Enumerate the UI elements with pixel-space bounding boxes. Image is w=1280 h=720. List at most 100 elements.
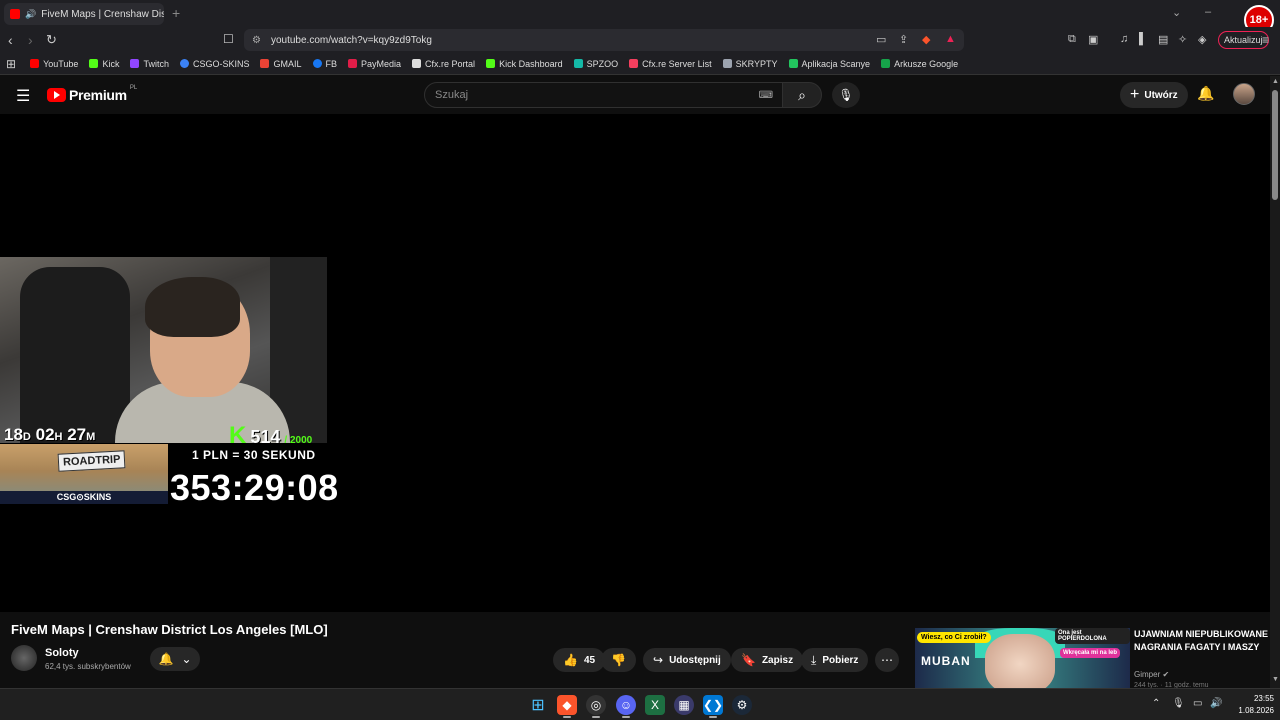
- obs-icon[interactable]: ◎: [586, 695, 606, 715]
- recommended-video-thumbnail[interactable]: MUBAN Wiesz, co Ci zrobił? Ona jest POPI…: [915, 628, 1130, 690]
- windows-start-icon[interactable]: ⊞: [528, 695, 548, 715]
- create-button[interactable]: + Utwórz: [1120, 82, 1188, 108]
- thumbs-up-icon: 👍: [563, 653, 578, 667]
- scroll-down-icon[interactable]: ▼: [1272, 676, 1279, 683]
- create-label: Utwórz: [1144, 89, 1178, 101]
- media-icon[interactable]: ♫: [1120, 33, 1128, 45]
- bookmark-twitch[interactable]: Twitch: [130, 59, 169, 69]
- bookmark-label: CSGO-SKINS: [192, 58, 250, 69]
- channel-avatar[interactable]: [11, 645, 37, 671]
- spzoo-bookmark-icon: [573, 59, 583, 68]
- bookmark-youtube[interactable]: YouTube: [30, 59, 78, 69]
- share-page-icon[interactable]: ⇪: [899, 33, 908, 46]
- search-icon: ⌕: [798, 86, 806, 103]
- search-button[interactable]: ⌕: [782, 82, 822, 108]
- system-clock[interactable]: 23:55 1.08.2026: [1226, 693, 1274, 717]
- scanye-bookmark-icon: [788, 59, 798, 68]
- new-tab-button[interactable]: +: [172, 5, 180, 21]
- forward-icon[interactable]: ›: [28, 32, 33, 48]
- video-player[interactable]: 18D 02H 27M K 514 / 2000 ROADTRIP CSG⊙SK…: [0, 114, 1270, 612]
- reload-icon[interactable]: ↻: [46, 32, 57, 48]
- facebook-bookmark-icon: [312, 59, 322, 68]
- thumbnail-bubble-2: Ona jest POPIERDOLONA: [1055, 628, 1130, 644]
- apps-grid-icon[interactable]: ⊞: [6, 57, 16, 71]
- share-button[interactable]: ↪ Udostępnij: [643, 648, 731, 672]
- vscode-icon[interactable]: ❮❯: [703, 695, 723, 715]
- steam-icon[interactable]: ⚙: [732, 695, 752, 715]
- keyboard-icon[interactable]: ⌨: [759, 90, 773, 101]
- search-input[interactable]: Szukaj ⌨: [424, 82, 786, 108]
- bookmark-cfx-server-list[interactable]: Cfx.re Server List: [629, 59, 712, 69]
- brave-rewards-icon[interactable]: ▲: [945, 33, 956, 45]
- kick-sub-goal: K 514 / 2000: [229, 422, 312, 450]
- sidebar-icon[interactable]: ▌: [1139, 33, 1147, 45]
- tray-overflow-icon[interactable]: ⌃: [1152, 698, 1160, 709]
- browser-menu-icon[interactable]: ≡: [1262, 33, 1269, 47]
- menu-hamburger-icon[interactable]: ☰: [16, 86, 30, 106]
- like-button[interactable]: 👍 45: [553, 648, 606, 672]
- bookmark-kick[interactable]: Kick: [89, 59, 119, 69]
- bookmark-label: Arkusze Google: [894, 58, 959, 69]
- wallet-icon[interactable]: ▤: [1158, 33, 1168, 46]
- excel-icon[interactable]: X: [645, 695, 665, 715]
- streamer-hair: [145, 277, 240, 337]
- extension-2-icon[interactable]: ▣: [1088, 33, 1098, 46]
- bookmark-label: Cfx.re Portal: [425, 58, 476, 69]
- brave-browser-icon[interactable]: ◆: [557, 695, 577, 715]
- back-icon[interactable]: ‹: [8, 32, 13, 48]
- bookmark-label: Twitch: [143, 58, 169, 69]
- logo-text: Premium: [69, 87, 127, 103]
- search-placeholder: Szukaj: [435, 89, 469, 101]
- extensions-icon[interactable]: ⧉: [1068, 33, 1076, 46]
- clock-date: 1.08.2026: [1238, 706, 1274, 715]
- scroll-up-icon[interactable]: ▲: [1272, 78, 1279, 85]
- scrollbar-thumb[interactable]: [1272, 90, 1278, 200]
- save-button[interactable]: 🔖 Zapisz: [731, 648, 804, 672]
- cast-icon[interactable]: ▭: [876, 33, 886, 46]
- share-label: Udostępnij: [669, 654, 721, 666]
- audio-playing-icon[interactable]: 🔊: [25, 9, 36, 20]
- download-button[interactable]: ⤓ Pobierz: [801, 648, 869, 672]
- youtube-premium-logo[interactable]: Premium PL: [47, 85, 137, 103]
- recommended-channel[interactable]: Gimper ✔: [1134, 670, 1169, 679]
- page-scrollbar[interactable]: ▲ ▼: [1270, 76, 1280, 688]
- more-actions-button[interactable]: ⋯: [875, 648, 899, 672]
- bookmark-arkusze-google[interactable]: Arkusze Google: [881, 59, 958, 69]
- update-button[interactable]: Aktualizuj: [1218, 31, 1269, 49]
- bookmark-gmail[interactable]: GMAIL: [260, 59, 302, 69]
- site-settings-icon[interactable]: ⚙: [252, 35, 261, 46]
- url-field[interactable]: ⚙ youtube.com/watch?v=kqy9zd9Tokg: [244, 29, 964, 51]
- account-avatar[interactable]: [1233, 83, 1255, 105]
- tab-list-chevron-icon[interactable]: ⌄: [1172, 6, 1181, 19]
- network-icon[interactable]: ▭: [1193, 698, 1202, 709]
- voice-search-button[interactable]: 🎙: [832, 82, 860, 108]
- bookmark-fb[interactable]: FB: [312, 59, 337, 69]
- microphone-icon: 🎙: [838, 88, 854, 102]
- recommended-video-title[interactable]: UJAWNIAM NIEPUBLIKOWANE NAGRANIA FAGATY …: [1134, 628, 1270, 654]
- dislike-button[interactable]: 👎: [601, 648, 636, 672]
- bookmark-spzoo[interactable]: SPZOO: [573, 58, 619, 69]
- bookmark-paymedia[interactable]: PayMedia: [348, 59, 401, 69]
- discord-icon[interactable]: ☺: [616, 695, 636, 715]
- volume-icon[interactable]: 🔊: [1210, 698, 1222, 709]
- bookmark-label: SPZOO: [586, 58, 619, 69]
- subscription-bell-button[interactable]: 🔔 ⌄: [150, 647, 200, 671]
- app-icon[interactable]: ▦: [674, 695, 694, 715]
- notifications-bell-icon[interactable]: 🔔: [1197, 85, 1214, 102]
- brave-shields-icon[interactable]: ◆: [922, 33, 930, 46]
- cfx-server-list-bookmark-icon: [629, 59, 639, 68]
- bookmark-page-icon[interactable]: ☐: [223, 32, 234, 46]
- bookmark-csgo-skins[interactable]: CSGO-SKINS: [179, 58, 250, 69]
- browser-tab-active[interactable]: 🔊 FiveM Maps | Crenshaw District ×: [4, 3, 164, 25]
- bookmark-kick-dashboard[interactable]: Kick Dashboard: [486, 59, 563, 69]
- tray-microphone-icon[interactable]: 🎙: [1172, 698, 1185, 709]
- share-icon: ↪: [653, 653, 664, 667]
- vpn-icon[interactable]: ◈: [1198, 33, 1206, 46]
- channel-name[interactable]: Soloty: [45, 647, 79, 659]
- webcam-overlay: [0, 257, 327, 443]
- leo-ai-icon[interactable]: ✧: [1178, 33, 1187, 46]
- bookmark-scanye[interactable]: Aplikacja Scanye: [788, 59, 870, 69]
- bookmark-cfx-portal[interactable]: Cfx.re Portal: [412, 59, 475, 69]
- bookmark-skrypty[interactable]: SKRYPTY: [722, 59, 778, 69]
- minimize-window-icon[interactable]: –: [1205, 6, 1211, 18]
